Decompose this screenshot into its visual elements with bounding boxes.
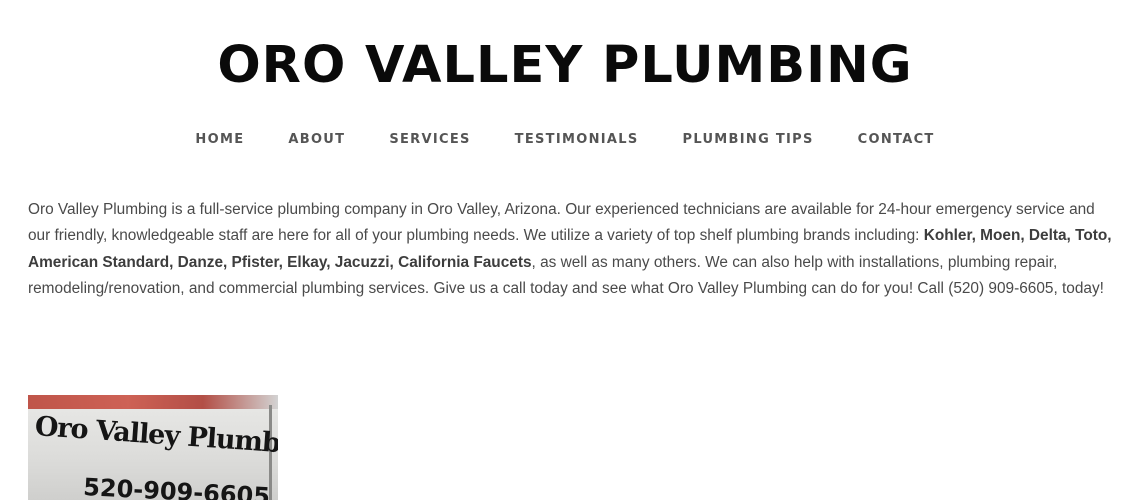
nav-item-plumbing-tips[interactable]: PLUMBING TIPS: [683, 130, 814, 150]
van-painted-name: Oro Valley Plumbing: [33, 411, 278, 463]
van-photo: Oro Valley Plumbing 520-909-6605: [28, 395, 278, 500]
nav-item-home[interactable]: HOME: [195, 130, 244, 150]
nav-item-testimonials[interactable]: TESTIMONIALS: [515, 130, 639, 150]
nav-item-about[interactable]: ABOUT: [288, 130, 345, 150]
site-title: ORO VALLEY PLUMBING: [217, 36, 913, 95]
nav-item-services[interactable]: SERVICES: [389, 130, 470, 150]
main-nav: HOME ABOUT SERVICES TESTIMONIALS PLUMBIN…: [0, 130, 1130, 150]
van-roof-stripe: [28, 395, 278, 409]
intro-paragraph: Oro Valley Plumbing is a full-service pl…: [28, 197, 1118, 303]
van-painted-phone: 520-909-6605: [82, 473, 271, 500]
nav-item-contact[interactable]: CONTACT: [858, 130, 935, 150]
